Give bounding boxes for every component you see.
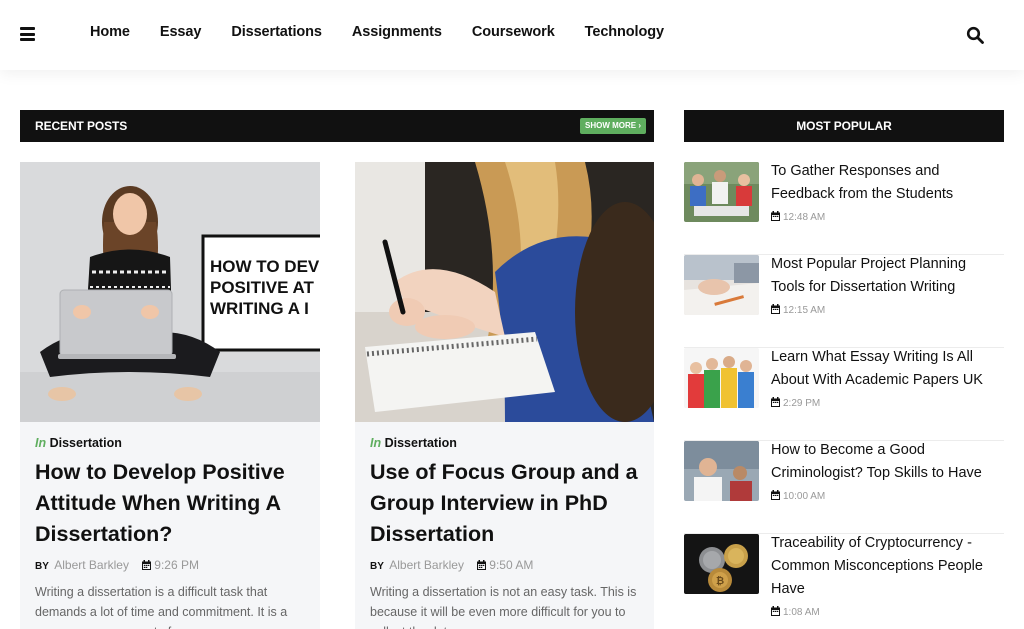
recent-posts-header: RECENT POSTS SHOW MORE › — [20, 110, 654, 142]
calendar-icon — [142, 560, 152, 570]
svg-text:₿: ₿ — [716, 575, 724, 587]
post-title[interactable]: Use of Focus Group and a Group Interview… — [370, 457, 650, 550]
calendar-icon — [477, 560, 487, 570]
popular-title[interactable]: How to Become a Good Criminologist? Top … — [771, 439, 1001, 485]
popular-thumbnail[interactable] — [684, 441, 759, 501]
popular-time: 12:15 AM — [783, 305, 826, 316]
nav-item-technology[interactable]: Technology — [585, 24, 664, 40]
most-popular-header: MOST POPULAR — [684, 110, 1004, 142]
popular-time: 12:48 AM — [783, 212, 826, 223]
popular-thumbnail[interactable] — [684, 348, 759, 408]
post-excerpt: Writing a dissertation is a difficult ta… — [35, 585, 288, 629]
nav-item-dissertations[interactable]: Dissertations — [231, 24, 322, 40]
popular-item: Learn What Essay Writing Is All About Wi… — [684, 348, 1004, 441]
post-title[interactable]: How to Develop Positive Attitude When Wr… — [35, 457, 315, 550]
post-image[interactable] — [355, 162, 654, 422]
svg-text:POSITIVE AT: POSITIVE AT — [210, 278, 315, 297]
svg-text:HOW TO DEV: HOW TO DEV — [210, 257, 320, 276]
calendar-icon — [771, 211, 780, 221]
show-more-button[interactable]: SHOW MORE › — [580, 118, 646, 134]
nav-item-assignments[interactable]: Assignments — [352, 24, 442, 40]
post-time: 9:50 AM — [489, 558, 534, 572]
popular-time: 10:00 AM — [783, 491, 826, 502]
post-card: In Dissertation Use of Focus Group and a… — [355, 162, 654, 629]
post-time: 9:26 PM — [154, 558, 199, 572]
nav-item-essay[interactable]: Essay — [160, 24, 202, 40]
svg-text:WRITING A I: WRITING A I — [210, 299, 309, 318]
post-author[interactable]: Albert Barkley — [389, 558, 464, 572]
popular-item: How to Become a Good Criminologist? Top … — [684, 441, 1004, 534]
popular-thumbnail[interactable]: ₿ — [684, 534, 759, 594]
nav-item-coursework[interactable]: Coursework — [472, 24, 555, 40]
post-meta: BY Albert Barkley 9:50 AM — [370, 558, 534, 572]
recent-posts-title: RECENT POSTS — [35, 119, 128, 133]
calendar-icon — [771, 606, 780, 616]
popular-thumbnail[interactable] — [684, 162, 759, 222]
post-author[interactable]: Albert Barkley — [54, 558, 129, 572]
calendar-icon — [771, 397, 780, 407]
post-card: HOW TO DEV POSITIVE AT WRITING A I In Di… — [20, 162, 320, 629]
menu-icon[interactable] — [20, 27, 35, 41]
popular-time: 1:08 AM — [783, 607, 820, 618]
popular-item: To Gather Responses and Feedback from th… — [684, 162, 1004, 255]
post-excerpt: Writing a dissertation is not an easy ta… — [370, 585, 637, 629]
popular-title[interactable]: Most Popular Project Planning Tools for … — [771, 253, 1001, 299]
popular-item: Most Popular Project Planning Tools for … — [684, 255, 1004, 348]
post-image[interactable]: HOW TO DEV POSITIVE AT WRITING A I — [20, 162, 320, 422]
search-icon[interactable] — [966, 26, 984, 44]
popular-item: ₿ Traceability of Cryptocurrency - Commo… — [684, 534, 1004, 627]
popular-time: 2:29 PM — [783, 398, 821, 409]
post-category[interactable]: In Dissertation — [370, 436, 457, 450]
calendar-icon — [771, 304, 780, 314]
popular-title[interactable]: Learn What Essay Writing Is All About Wi… — [771, 346, 1001, 392]
popular-title[interactable]: To Gather Responses and Feedback from th… — [771, 160, 1001, 206]
most-popular-title: MOST POPULAR — [796, 119, 892, 133]
nav-item-home[interactable]: Home — [90, 24, 130, 40]
calendar-icon — [771, 490, 780, 500]
main-nav: Home Essay Dissertations Assignments Cou… — [90, 24, 694, 40]
popular-thumbnail[interactable] — [684, 255, 759, 315]
site-header: Home Essay Dissertations Assignments Cou… — [0, 0, 1024, 70]
post-category[interactable]: In Dissertation — [35, 436, 122, 450]
post-meta: BY Albert Barkley 9:26 PM — [35, 558, 199, 572]
popular-title[interactable]: Traceability of Cryptocurrency - Common … — [771, 532, 1001, 601]
